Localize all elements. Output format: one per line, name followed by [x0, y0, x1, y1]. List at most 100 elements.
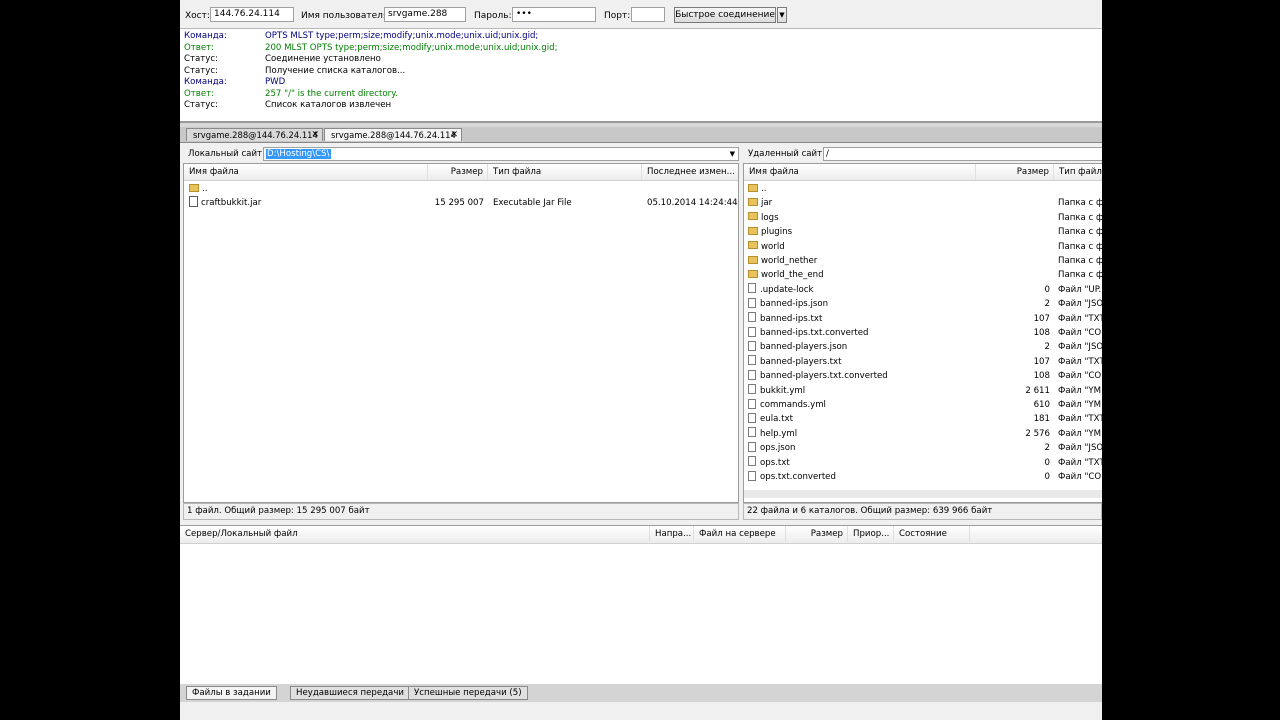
file-name: plugins [761, 227, 793, 238]
file-icon [748, 470, 756, 481]
file-name: banned-players.txt [760, 356, 842, 367]
quickconnect-button[interactable]: Быстрое соединение [674, 7, 776, 23]
chevron-down-icon[interactable]: ▼ [730, 148, 735, 160]
file-row[interactable]: .update-lock 0 Файл "UP... [744, 283, 1102, 297]
file-row[interactable]: bukkit.yml 2 611 Файл "YM [744, 384, 1102, 398]
file-row[interactable]: banned-players.txt.converted 108 Файл "CO [744, 369, 1102, 383]
file-row[interactable]: banned-ips.txt 107 Файл "TXT [744, 312, 1102, 326]
quickconnect-dropdown-icon[interactable]: ▼ [777, 7, 787, 23]
close-icon[interactable]: ✕ [450, 129, 458, 141]
file-type: Файл "CO [1058, 328, 1102, 338]
local-status: 1 файл. Общий размер: 15 295 007 байт [183, 503, 739, 520]
host-input[interactable]: 144.76.24.114 [210, 7, 294, 22]
port-input[interactable] [631, 7, 665, 22]
file-name: banned-players.json [760, 342, 848, 353]
folder-icon [189, 183, 199, 192]
file-row[interactable]: craftbukkit.jar 15 295 007 Executable Jar … [184, 196, 738, 210]
file-name-cell: plugins [748, 225, 974, 239]
file-row[interactable]: eula.txt 181 Файл "TXT [744, 412, 1102, 426]
file-size: 107 [1033, 313, 1050, 324]
column-type[interactable]: Тип файла [488, 164, 642, 180]
file-name-cell: world_the_end [748, 268, 974, 282]
local-file-list[interactable]: Имя файла Размер Тип файла Последнее изм… [183, 163, 739, 503]
column-remote-file[interactable]: Файл на сервере [694, 526, 786, 542]
log-line: Ответ: 200 MLST OPTS type;perm;size;modif… [184, 43, 557, 54]
file-name-cell: world_nether [748, 254, 974, 268]
log-message: 257 "/" is the current directory. [265, 88, 398, 99]
file-name-cell: banned-players.txt.converted [748, 369, 974, 383]
close-icon[interactable]: ✕ [311, 129, 319, 141]
file-name: ops.txt [760, 457, 790, 468]
file-row[interactable]: plugins Папка с ф [744, 225, 1102, 239]
remote-site-input[interactable]: / [823, 147, 1102, 161]
file-name-cell: commands.yml [748, 398, 974, 412]
file-size: 2 611 [1025, 385, 1050, 396]
column-priority[interactable]: Приор... [848, 526, 894, 542]
column-status[interactable]: Состояние [894, 526, 970, 542]
message-log[interactable]: Команда: OPTS MLST type;perm;size;modify;… [180, 29, 1102, 123]
file-name: commands.yml [760, 400, 826, 410]
filezilla-window: Хост: 144.76.24.114 Имя пользователя srv… [180, 0, 1102, 720]
tab-successful-transfers[interactable]: Успешные передачи (5) [408, 686, 528, 700]
file-row[interactable]: world Папка с ф [744, 240, 1102, 254]
file-name-cell: ops.json [748, 441, 974, 455]
file-row[interactable]: .. [184, 182, 738, 196]
remote-status: 22 файла и 6 каталогов. Общий размер: 63… [743, 503, 1102, 520]
column-size[interactable]: Размер [428, 164, 488, 180]
file-size: 2 [1044, 299, 1050, 310]
horizontal-scrollbar[interactable] [744, 490, 1102, 498]
file-row[interactable]: world_the_end Папка с ф [744, 268, 1102, 282]
log-line: Команда: PWD [184, 77, 285, 88]
file-name-cell: craftbukkit.jar [189, 196, 424, 210]
transfer-queue[interactable]: Сервер/Локальный файл Напра... Файл на с… [180, 525, 1102, 685]
file-type: Файл "CO [1058, 371, 1102, 382]
column-name[interactable]: Имя файла [184, 164, 428, 180]
file-type: Файл "YM [1058, 385, 1102, 396]
file-row[interactable]: banned-ips.txt.converted 108 Файл "CO [744, 326, 1102, 340]
tab-queued-files[interactable]: Файлы в задании [186, 686, 277, 700]
file-row[interactable]: ops.json 2 Файл "JSO [744, 441, 1102, 455]
file-row[interactable]: banned-players.json 2 Файл "JSO [744, 340, 1102, 354]
file-row[interactable]: banned-ips.json 2 Файл "JSO [744, 297, 1102, 311]
file-name: banned-ips.txt [760, 313, 823, 324]
column-name[interactable]: Имя файла [744, 164, 976, 180]
file-icon [748, 340, 756, 351]
file-row[interactable]: ops.txt.converted 0 Файл "CO [744, 470, 1102, 484]
column-server-local-file[interactable]: Сервер/Локальный файл [180, 526, 650, 542]
log-message: Список каталогов извлечен [265, 100, 392, 110]
file-size: 610 [1033, 400, 1050, 410]
tab-failed-transfers[interactable]: Неудавшиеся передачи [290, 686, 410, 700]
file-row[interactable]: commands.yml 610 Файл "YM [744, 398, 1102, 412]
file-size: 0 [1044, 472, 1050, 482]
file-row[interactable]: logs Папка с ф [744, 211, 1102, 225]
username-input[interactable]: srvgame.288 [384, 7, 466, 22]
tab-connection-1[interactable]: srvgame.288@144.76.24.114 ✕ [186, 128, 323, 141]
column-size[interactable]: Размер [786, 526, 848, 542]
password-input[interactable]: ••• [512, 7, 596, 22]
file-row[interactable]: .. [744, 182, 1102, 196]
file-type: Executable Jar File [493, 198, 572, 209]
file-modified: 05.10.2014 14:24:44 [647, 198, 738, 209]
connection-tabs: srvgame.288@144.76.24.114 ✕ srvgame.288@… [180, 127, 1102, 143]
tab-connection-2[interactable]: srvgame.288@144.76.24.114 ✕ [324, 128, 462, 141]
file-row[interactable]: world_nether Папка с ф [744, 254, 1102, 268]
file-icon [748, 456, 756, 467]
column-direction[interactable]: Напра... [650, 526, 694, 542]
log-type: Статус: [184, 54, 218, 64]
log-type: Команда: [184, 77, 227, 87]
file-row[interactable]: jar Папка с ф [744, 196, 1102, 210]
file-type: Файл "JSO [1058, 299, 1102, 310]
file-row[interactable]: help.yml 2 576 Файл "YM [744, 427, 1102, 441]
column-type[interactable]: Тип файл [1054, 164, 1102, 180]
file-name-cell: banned-players.txt [748, 355, 974, 369]
column-modified[interactable]: Последнее измен... [642, 164, 738, 180]
local-site-input[interactable]: D:\Hosting\CS\ ▼ [263, 147, 739, 161]
file-name: world_nether [761, 256, 818, 266]
file-row[interactable]: ops.txt 0 Файл "TXT [744, 456, 1102, 470]
remote-file-list[interactable]: Имя файла Размер Тип файл .. jar Папка с ф… [743, 163, 1102, 503]
file-size: 0 [1044, 457, 1050, 468]
column-size[interactable]: Размер [976, 164, 1054, 180]
file-row[interactable]: banned-players.txt 107 Файл "TXT [744, 355, 1102, 369]
folder-icon [748, 197, 758, 206]
file-name-cell: .. [189, 182, 424, 196]
